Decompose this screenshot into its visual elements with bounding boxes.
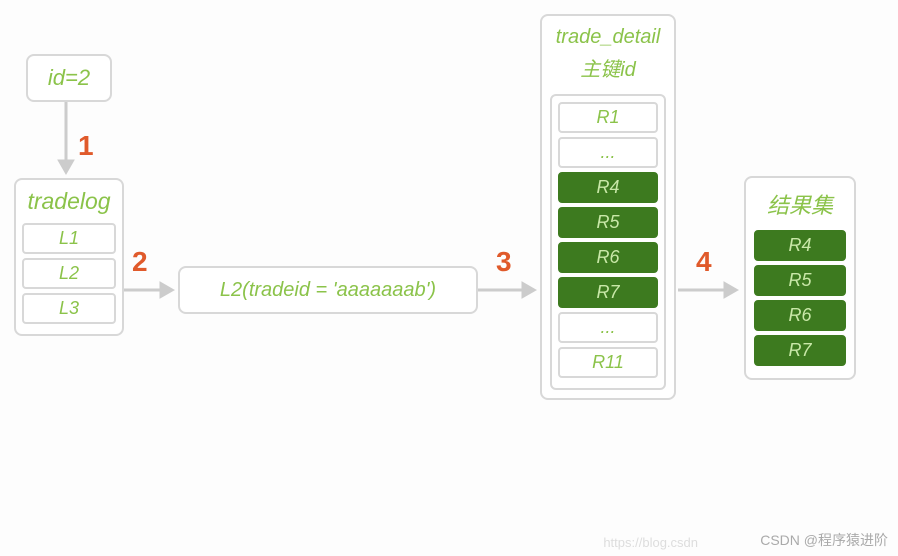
tradelog-row: L1 — [22, 223, 116, 254]
tradelog-row: L3 — [22, 293, 116, 324]
watermark-faint: https://blog.csdn — [603, 535, 698, 550]
result-title: 结果集 — [754, 186, 846, 222]
mid-box: L2(tradeid = 'aaaaaaab') — [178, 266, 478, 314]
tradelog-box: tradelog L1 L2 L3 — [14, 178, 124, 336]
td-row: R11 — [558, 347, 658, 378]
trade-detail-box: trade_detail 主键id R1 ... R4 R5 R6 R7 ...… — [540, 14, 676, 400]
td-row-hl: R7 — [558, 277, 658, 308]
arrow-4 — [678, 278, 742, 302]
td-row-hl: R5 — [558, 207, 658, 238]
arrow-3 — [478, 278, 540, 302]
trade-detail-title1: trade_detail — [550, 24, 666, 51]
td-row: ... — [558, 137, 658, 168]
result-box: 结果集 R4 R5 R6 R7 — [744, 176, 856, 380]
td-row-hl: R6 — [558, 242, 658, 273]
id-box: id=2 — [26, 54, 112, 102]
td-row: ... — [558, 312, 658, 343]
result-row: R7 — [754, 335, 846, 366]
result-row: R4 — [754, 230, 846, 261]
result-row: R6 — [754, 300, 846, 331]
mid-text: L2(tradeid = 'aaaaaaab') — [220, 279, 436, 302]
step-4-label: 4 — [696, 246, 712, 278]
step-1-label: 1 — [78, 130, 94, 162]
step-3-label: 3 — [496, 246, 512, 278]
trade-detail-title2: 主键id — [550, 51, 666, 84]
td-row: R1 — [558, 102, 658, 133]
arrow-2 — [124, 278, 178, 302]
step-2-label: 2 — [132, 246, 148, 278]
watermark: CSDN @程序猿进阶 — [760, 530, 888, 550]
result-row: R5 — [754, 265, 846, 296]
tradelog-title: tradelog — [22, 186, 116, 217]
td-row-hl: R4 — [558, 172, 658, 203]
id-text: id=2 — [48, 65, 90, 91]
tradelog-row: L2 — [22, 258, 116, 289]
